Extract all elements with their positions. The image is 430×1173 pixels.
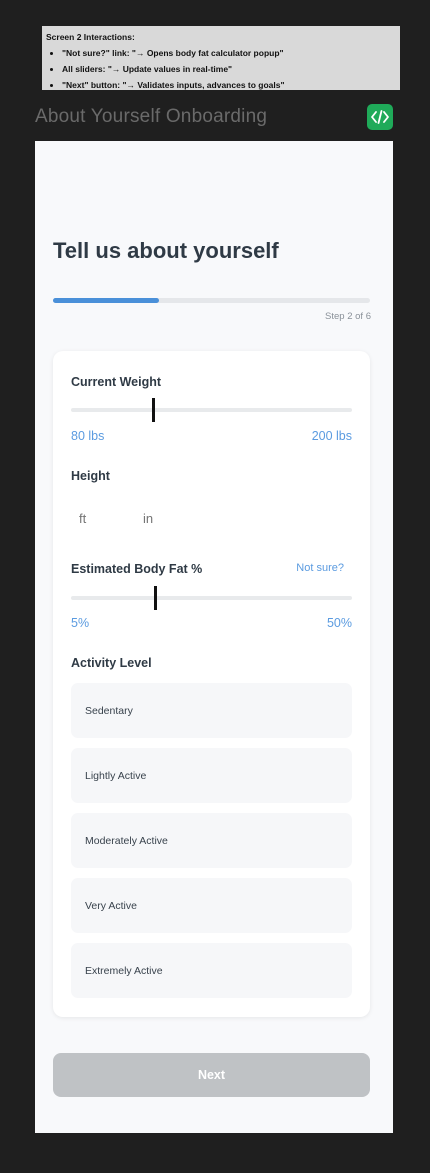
- note-item: "Not sure?" link: "→ Opens body fat calc…: [62, 45, 396, 61]
- activity-option-lightly-active[interactable]: Lightly Active: [71, 748, 352, 803]
- weight-min-label: 80 lbs: [71, 429, 105, 443]
- note-item: "Next" button: "→ Validates inputs, adva…: [62, 77, 396, 93]
- weight-slider[interactable]: [71, 398, 352, 422]
- note-list: "Not sure?" link: "→ Opens body fat calc…: [46, 45, 396, 93]
- body-fat-slider-thumb[interactable]: [154, 586, 158, 610]
- activity-option-moderately-active[interactable]: Moderately Active: [71, 813, 352, 868]
- weight-max-label: 200 lbs: [311, 429, 352, 443]
- height-in-input[interactable]: [143, 509, 193, 527]
- weight-slider-thumb[interactable]: [151, 398, 155, 422]
- body-fat-max-label: 50%: [326, 616, 352, 630]
- body-fat-min-label: 5%: [71, 616, 90, 630]
- frame-title: About Yourself Onboarding: [35, 106, 268, 127]
- activity-option-sedentary[interactable]: Sedentary: [71, 683, 352, 738]
- weight-label: Current Weight: [71, 375, 162, 389]
- not-sure-link[interactable]: Not sure?: [296, 562, 344, 574]
- progress-bar: [53, 298, 370, 303]
- activity-option-extremely-active[interactable]: Extremely Active: [71, 943, 352, 998]
- profile-card: Current Weight 80 lbs 200 lbs Height Est…: [53, 351, 370, 1017]
- next-button[interactable]: Next: [53, 1053, 370, 1097]
- body-fat-label: Estimated Body Fat %: [71, 562, 203, 576]
- onboarding-screen: Tell us about yourself Step 2 of 6 Curre…: [35, 141, 393, 1133]
- step-label: Step 2 of 6: [325, 311, 371, 322]
- note-item: All sliders: "→ Update values in real-ti…: [62, 61, 396, 77]
- code-icon[interactable]: [367, 104, 393, 130]
- height-label: Height: [71, 469, 110, 483]
- activity-label: Activity Level: [71, 656, 152, 670]
- interaction-note: Screen 2 Interactions: "Not sure?" link:…: [42, 26, 400, 90]
- height-ft-input[interactable]: [79, 509, 129, 527]
- progress-fill: [53, 298, 159, 303]
- activity-option-very-active[interactable]: Very Active: [71, 878, 352, 933]
- page-title: Tell us about yourself: [53, 238, 279, 263]
- body-fat-slider[interactable]: [71, 586, 352, 610]
- note-title: Screen 2 Interactions:: [46, 32, 135, 42]
